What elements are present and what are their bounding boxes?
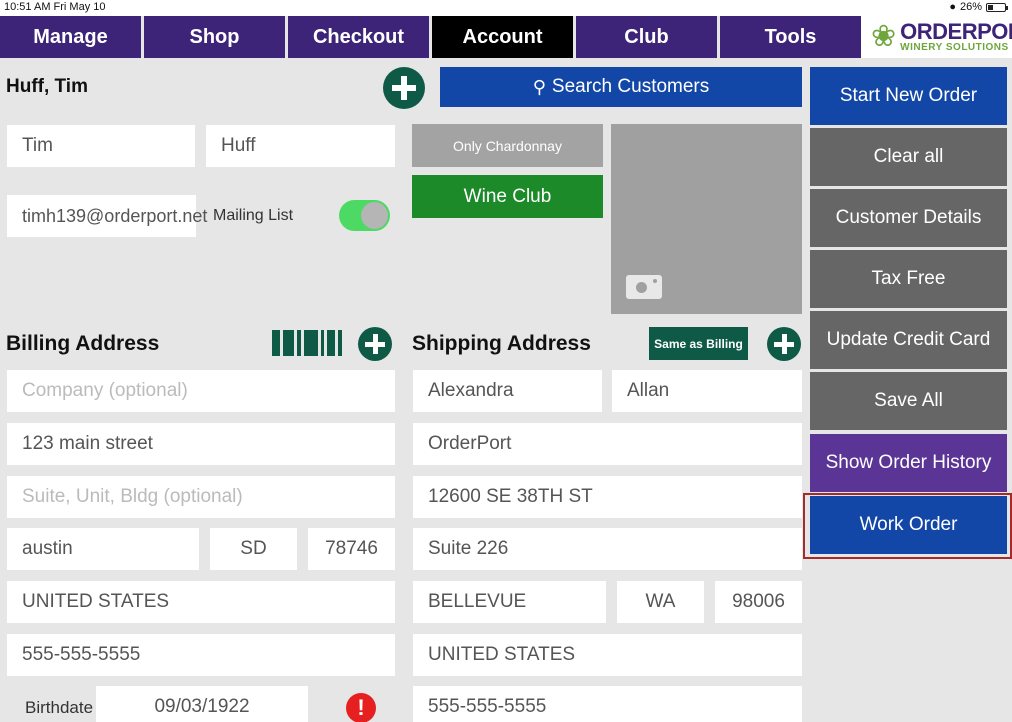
main-nav: Manage Shop Checkout Account Club Tools [0,16,864,58]
search-customers-button[interactable]: ⚲ Search Customers [440,67,802,107]
last-name-field[interactable]: Huff [206,125,395,167]
show-order-history-button[interactable]: Show Order History [810,434,1007,492]
alert-icon[interactable]: ! [346,693,376,722]
tax-free-button[interactable]: Tax Free [810,250,1007,308]
shipping-phone-field[interactable]: 555-555-5555 [413,686,802,722]
camera-icon [626,275,662,299]
billing-heading: Billing Address [6,332,160,355]
tab-manage[interactable]: Manage [0,16,141,58]
tab-shop[interactable]: Shop [144,16,285,58]
add-customer-plus-icon[interactable] [383,67,425,109]
customer-details-button[interactable]: Customer Details [810,189,1007,247]
customer-name: Huff, Tim [6,76,88,97]
billing-company-field[interactable]: Company (optional) [7,370,395,412]
mailing-list-toggle[interactable] [339,200,390,231]
flower-icon: ❀ [871,20,897,53]
same-as-billing-button[interactable]: Same as Billing [649,327,748,360]
billing-suite-field[interactable]: Suite, Unit, Bldg (optional) [7,476,395,518]
tab-club[interactable]: Club [576,16,717,58]
billing-zip-field[interactable]: 78746 [308,528,395,570]
shipping-street-field[interactable]: 12600 SE 38TH ST [413,476,802,518]
billing-state-field[interactable]: SD [210,528,297,570]
email-field[interactable]: timh139@orderport.net [7,195,207,237]
shipping-heading: Shipping Address [412,332,591,355]
battery-percent: 26% [959,1,982,13]
shipping-city-field[interactable]: BELLEVUE [413,581,606,623]
customer-photo[interactable] [611,124,802,314]
shipping-country-field[interactable]: UNITED STATES [413,634,802,676]
tab-checkout[interactable]: Checkout [288,16,429,58]
birthdate-field[interactable]: 09/03/1922 [96,686,308,722]
billing-street-field[interactable]: 123 main street [7,423,395,465]
shipping-state-field[interactable]: WA [617,581,704,623]
only-chardonnay-button[interactable]: Only Chardonnay [412,124,603,167]
status-time: 10:51 AM Fri May 10 [4,1,106,13]
clear-all-button[interactable]: Clear all [810,128,1007,186]
work-order-highlight [803,493,1012,559]
search-icon: ⚲ [532,76,546,97]
logo-subtitle: WINERY SOLUTIONS [900,42,1009,53]
orderport-logo: ❀ ORDERPORT WINERY SOLUTIONS [861,16,1012,58]
barcode-icon[interactable] [272,330,343,356]
update-credit-card-button[interactable]: Update Credit Card [810,311,1007,369]
start-new-order-button[interactable]: Start New Order [810,67,1007,125]
shipping-suite-field[interactable]: Suite 226 [413,528,802,570]
shipping-company-field[interactable]: OrderPort [413,423,802,465]
first-name-field[interactable]: Tim [7,125,195,167]
wifi-icon: ● [949,1,956,13]
billing-country-field[interactable]: UNITED STATES [7,581,395,623]
logo-brand: ORDERPORT [900,19,1012,44]
shipping-last-field[interactable]: Allan [612,370,802,412]
mailing-list-label: Mailing List [213,207,294,224]
shipping-zip-field[interactable]: 98006 [715,581,802,623]
status-right: ● 26% [949,1,1008,13]
status-bar: 10:51 AM Fri May 10 ● 26% [0,0,1012,16]
battery-icon [986,2,1008,12]
add-shipping-plus-icon[interactable] [767,327,801,361]
billing-city-field[interactable]: austin [7,528,199,570]
shipping-first-field[interactable]: Alexandra [413,370,602,412]
wine-club-button[interactable]: Wine Club [412,175,603,218]
add-billing-plus-icon[interactable] [358,327,392,361]
tab-tools[interactable]: Tools [720,16,861,58]
birthdate-label: Birthdate [25,698,94,717]
save-all-button[interactable]: Save All [810,372,1007,430]
tab-account[interactable]: Account [432,16,573,58]
search-label: Search Customers [551,76,710,97]
billing-phone-field[interactable]: 555-555-5555 [7,634,395,676]
